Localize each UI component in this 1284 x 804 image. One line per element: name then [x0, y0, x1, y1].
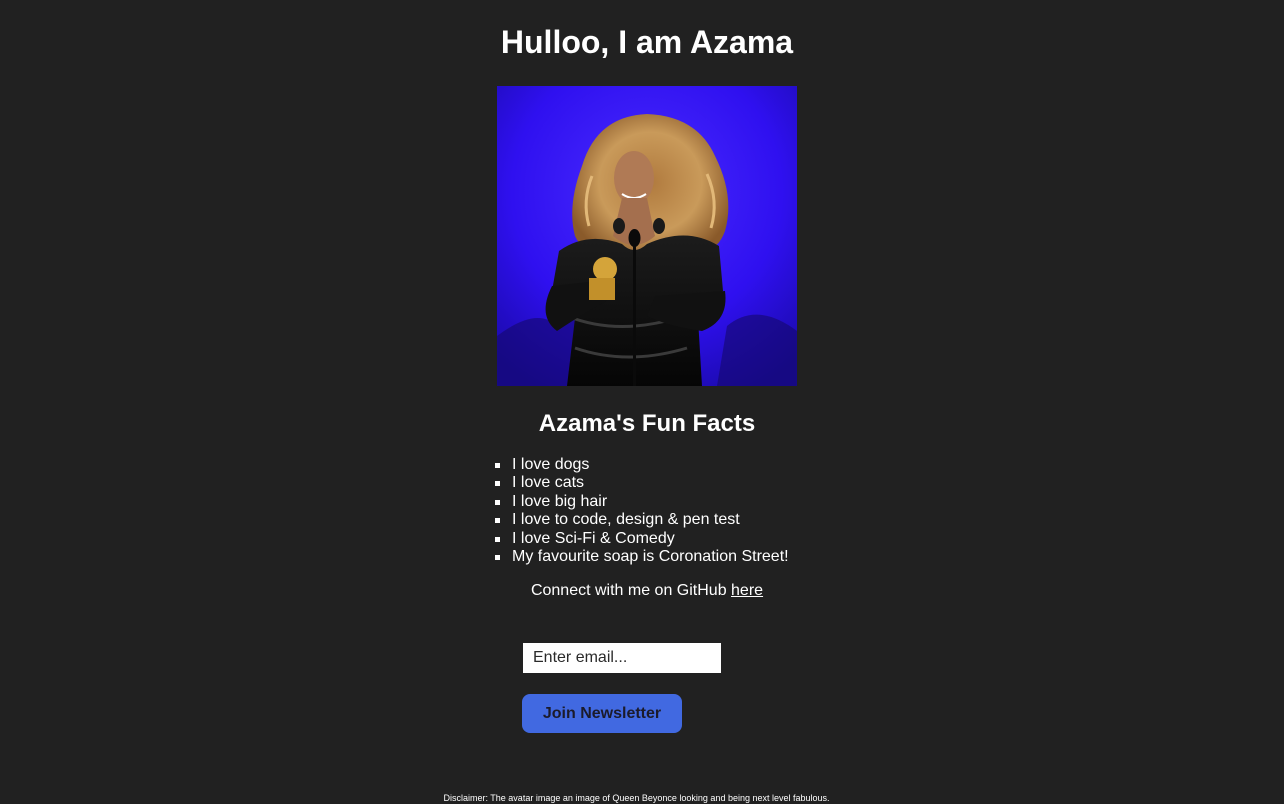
join-newsletter-button[interactable]: Join Newsletter [522, 694, 682, 733]
github-connect: Connect with me on GitHub here [0, 582, 1284, 600]
list-item: I love dogs [495, 456, 789, 474]
list-item: I love Sci-Fi & Comedy [495, 530, 789, 548]
list-item: I love cats [495, 474, 789, 492]
page-title: Hulloo, I am Azama [500, 24, 794, 60]
github-link[interactable]: here [731, 582, 763, 599]
fun-facts-title: Azama's Fun Facts [538, 410, 756, 437]
fun-facts-list: I love dogs I love cats I love big hair … [495, 456, 789, 566]
disclaimer-text: Disclaimer: The avatar image an image of… [443, 793, 830, 803]
github-connect-text: Connect with me on GitHub [530, 582, 732, 599]
avatar-image [497, 86, 797, 386]
email-field[interactable] [523, 643, 721, 673]
page: Hulloo, I am Azama Azama's Fun Facts I l… [0, 0, 1284, 804]
list-item: I love big hair [495, 493, 789, 511]
list-item: My favourite soap is Coronation Street! [495, 548, 789, 566]
list-item: I love to code, design & pen test [495, 511, 789, 529]
